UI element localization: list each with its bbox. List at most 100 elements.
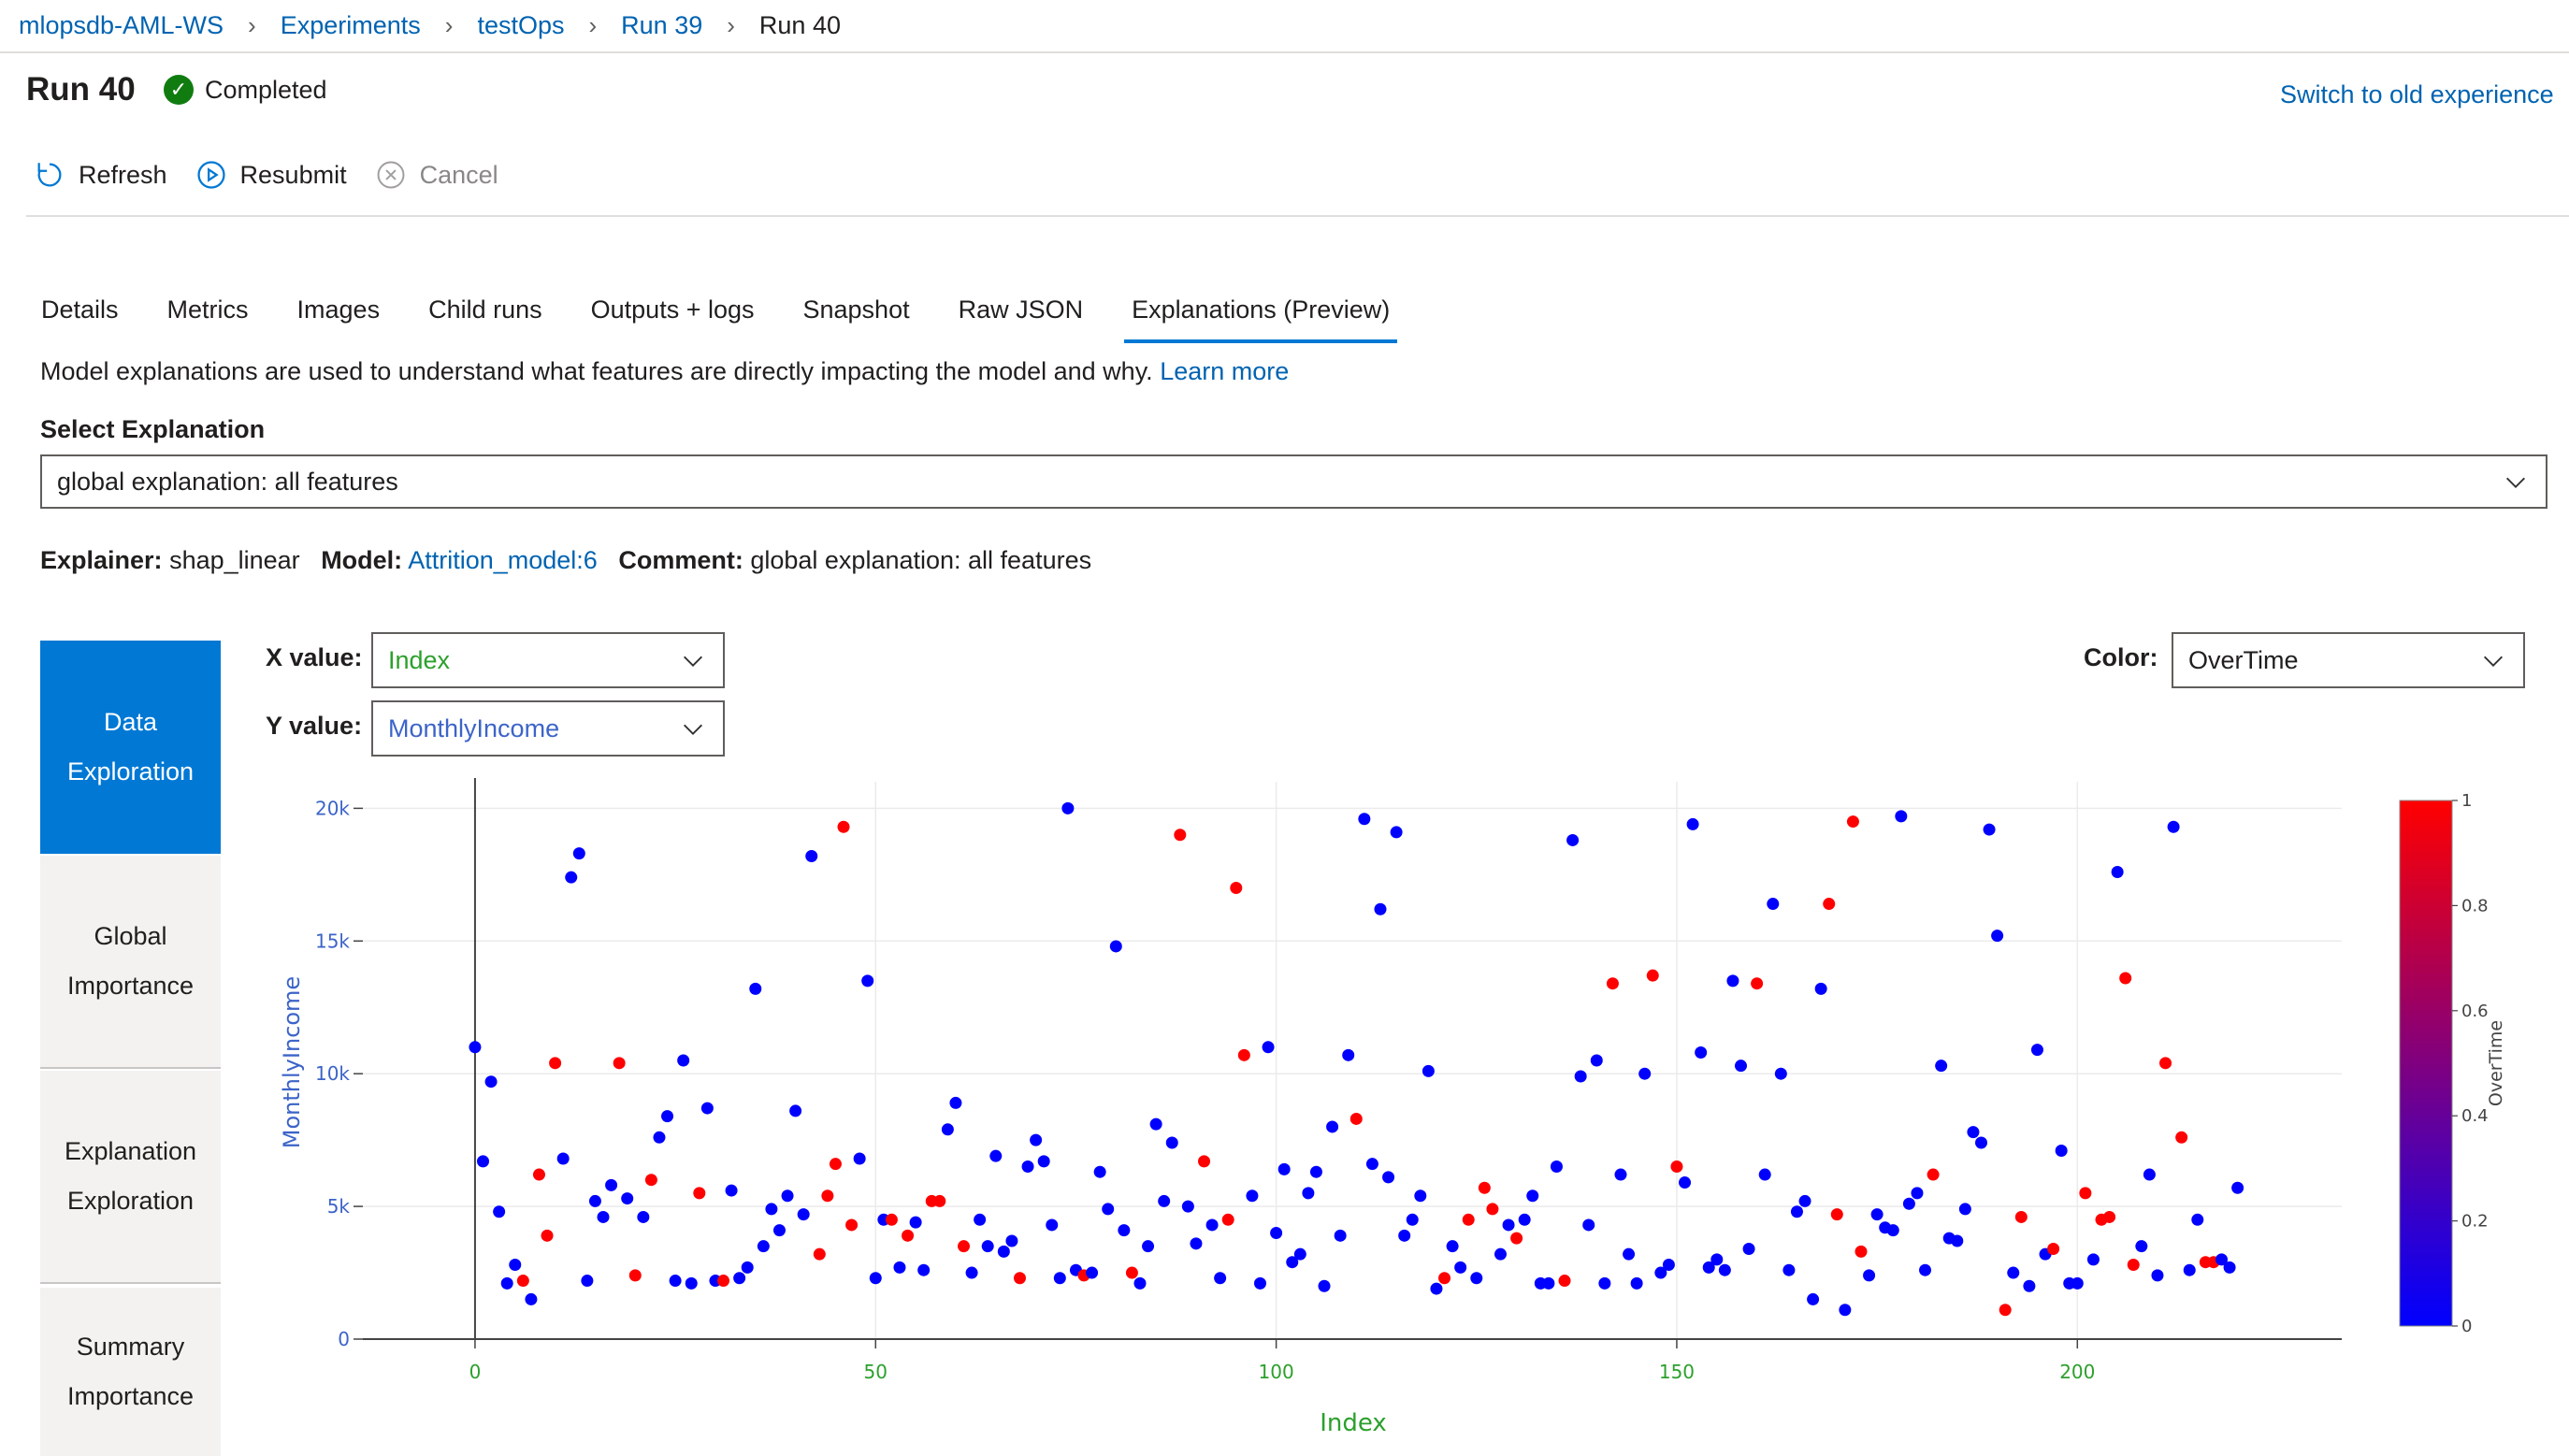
data-point[interactable]: [1598, 1276, 1611, 1290]
data-point[interactable]: [644, 1174, 657, 1187]
data-point[interactable]: [1710, 1253, 1724, 1266]
breadcrumb-parent-run[interactable]: Run 39: [621, 11, 702, 40]
data-point[interactable]: [1839, 1304, 1852, 1317]
data-point[interactable]: [1398, 1229, 1411, 1242]
data-point[interactable]: [1470, 1272, 1483, 1285]
data-point[interactable]: [500, 1276, 513, 1290]
data-point[interactable]: [1846, 815, 1859, 829]
data-point[interactable]: [493, 1205, 506, 1218]
data-point[interactable]: [1237, 1048, 1250, 1061]
data-point[interactable]: [933, 1194, 946, 1207]
data-point[interactable]: [2127, 1259, 2140, 1272]
data-point[interactable]: [941, 1123, 954, 1136]
data-point[interactable]: [893, 1261, 906, 1274]
data-point[interactable]: [565, 871, 578, 884]
data-point[interactable]: [525, 1292, 538, 1305]
data-point[interactable]: [1326, 1120, 1339, 1133]
data-point[interactable]: [1438, 1272, 1451, 1285]
data-point[interactable]: [1855, 1245, 1868, 1258]
data-point[interactable]: [1638, 1067, 1652, 1080]
tab-explanations[interactable]: Explanations (Preview): [1124, 296, 1398, 343]
resubmit-button[interactable]: Resubmit: [195, 159, 347, 191]
data-point[interactable]: [1430, 1282, 1443, 1295]
data-point[interactable]: [1142, 1240, 1155, 1253]
data-point[interactable]: [853, 1152, 866, 1165]
data-point[interactable]: [1582, 1218, 1595, 1232]
data-point[interactable]: [1021, 1160, 1034, 1174]
data-point[interactable]: [772, 1224, 786, 1237]
data-point[interactable]: [2191, 1213, 2204, 1226]
breadcrumb-experiments[interactable]: Experiments: [281, 11, 421, 40]
data-point[interactable]: [2119, 972, 2132, 985]
data-point[interactable]: [1109, 940, 1122, 953]
data-point[interactable]: [997, 1245, 1010, 1258]
data-point[interactable]: [949, 1096, 962, 1109]
data-point[interactable]: [1935, 1060, 1948, 1073]
data-point[interactable]: [829, 1158, 842, 1171]
data-point[interactable]: [757, 1240, 770, 1253]
data-point[interactable]: [749, 982, 762, 995]
data-point[interactable]: [2111, 865, 2124, 878]
nav-data-exploration[interactable]: Data Exploration: [40, 641, 221, 854]
data-point[interactable]: [989, 1149, 1003, 1162]
data-point[interactable]: [1118, 1224, 1131, 1237]
data-point[interactable]: [1751, 977, 1764, 990]
data-point[interactable]: [2175, 1131, 2188, 1144]
data-point[interactable]: [1205, 1218, 1219, 1232]
data-point[interactable]: [677, 1054, 690, 1067]
data-point[interactable]: [685, 1276, 698, 1290]
data-point[interactable]: [1999, 1304, 2012, 1317]
data-point[interactable]: [661, 1110, 674, 1123]
data-point[interactable]: [516, 1275, 529, 1288]
data-point[interactable]: [1277, 1162, 1291, 1175]
nav-global-importance[interactable]: Global Importance: [40, 856, 221, 1069]
data-point[interactable]: [1414, 1189, 1427, 1203]
data-point[interactable]: [1053, 1272, 1066, 1285]
data-point[interactable]: [974, 1213, 987, 1226]
data-point[interactable]: [2151, 1269, 2164, 1282]
data-point[interactable]: [1061, 801, 1075, 814]
data-point[interactable]: [845, 1218, 859, 1232]
refresh-button[interactable]: Refresh: [34, 159, 167, 191]
data-point[interactable]: [484, 1075, 498, 1088]
data-point[interactable]: [2086, 1253, 2100, 1266]
tab-snapshot[interactable]: Snapshot: [803, 296, 910, 343]
data-point[interactable]: [1518, 1213, 1531, 1226]
data-point[interactable]: [1814, 982, 1827, 995]
nav-explanation-exploration[interactable]: Explanation Exploration: [40, 1071, 221, 1284]
switch-old-experience-link[interactable]: Switch to old experience: [2280, 80, 2554, 109]
data-point[interactable]: [613, 1057, 626, 1070]
data-point[interactable]: [541, 1229, 554, 1242]
data-point[interactable]: [869, 1272, 882, 1285]
data-point[interactable]: [1262, 1041, 1275, 1054]
data-point[interactable]: [2167, 820, 2180, 833]
data-point[interactable]: [1951, 1234, 1964, 1247]
data-point[interactable]: [1165, 1136, 1178, 1149]
data-point[interactable]: [2007, 1266, 2020, 1279]
data-point[interactable]: [1967, 1126, 1980, 1139]
data-point[interactable]: [700, 1102, 714, 1115]
data-point[interactable]: [1158, 1194, 1171, 1207]
data-point[interactable]: [2055, 1144, 2068, 1157]
data-point[interactable]: [588, 1194, 601, 1207]
data-point[interactable]: [549, 1057, 562, 1070]
data-point[interactable]: [1246, 1189, 1259, 1203]
data-point[interactable]: [1125, 1266, 1138, 1279]
data-point[interactable]: [477, 1155, 490, 1168]
data-point[interactable]: [2143, 1168, 2156, 1181]
tab-outputs-logs[interactable]: Outputs + logs: [591, 296, 755, 343]
data-point[interactable]: [1342, 1048, 1355, 1061]
y-value-dropdown[interactable]: MonthlyIncome: [371, 700, 725, 757]
data-point[interactable]: [1454, 1261, 1467, 1274]
data-point[interactable]: [1830, 1208, 1843, 1221]
color-dropdown[interactable]: OverTime: [2172, 632, 2525, 688]
data-point[interactable]: [556, 1152, 570, 1165]
data-point[interactable]: [1221, 1213, 1234, 1226]
data-point[interactable]: [1670, 1160, 1683, 1174]
data-point[interactable]: [885, 1213, 898, 1226]
data-point[interactable]: [1365, 1158, 1378, 1171]
data-point[interactable]: [1646, 969, 1659, 982]
data-point[interactable]: [2135, 1240, 2148, 1253]
data-point[interactable]: [1870, 1208, 1883, 1221]
data-point[interactable]: [2079, 1187, 2092, 1200]
